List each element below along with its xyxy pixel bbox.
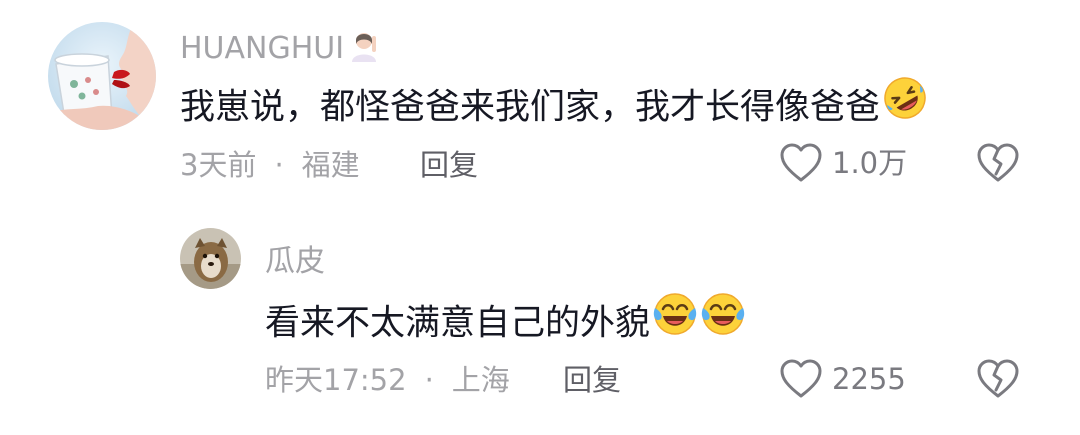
username[interactable]: HUANGHUI — [180, 26, 382, 73]
reply-dislike-button[interactable] — [975, 356, 1021, 406]
reply-like-button[interactable]: 2255 — [778, 356, 906, 402]
rolling-on-floor-laughing-icon — [882, 75, 928, 134]
reply-time: 昨天17:52 — [265, 363, 407, 397]
face-with-tears-of-joy-icon — [652, 291, 698, 350]
avatar[interactable] — [48, 22, 156, 130]
reply-like-count: 2255 — [832, 362, 906, 396]
comment-time: 3天前 — [180, 148, 257, 182]
heart-icon — [780, 143, 822, 182]
meta-separator: · — [424, 363, 434, 397]
comment-text: 我崽说，都怪爸爸来我们家，我才长得像爸爸 — [180, 77, 928, 138]
dislike-button[interactable] — [975, 140, 1021, 190]
broken-heart-icon — [977, 143, 1019, 182]
reply-avatar[interactable] — [180, 228, 241, 289]
comment-location: 福建 — [301, 148, 360, 182]
username-text: HUANGHUI — [180, 31, 345, 66]
reply-location: 上海 — [451, 363, 510, 397]
reply-text: 看来不太满意自己的外貌 — [265, 293, 746, 354]
reply-meta: 昨天17:52 · 上海 — [265, 360, 510, 400]
reply-username[interactable]: 瓜皮 — [265, 242, 325, 282]
like-count: 1.0万 — [832, 146, 908, 180]
person-raising-hand-icon — [346, 26, 382, 73]
broken-heart-icon — [977, 359, 1019, 398]
like-button[interactable]: 1.0万 — [778, 140, 907, 186]
comment-text-content: 我崽说，都怪爸爸来我们家，我才长得像爸爸 — [180, 87, 881, 128]
meta-separator: · — [274, 148, 284, 182]
avatar-image — [48, 22, 156, 130]
heart-icon — [780, 359, 822, 398]
reply-avatar-image — [180, 228, 241, 289]
reply-reply-button[interactable]: 回复 — [563, 360, 621, 400]
reply-button[interactable]: 回复 — [420, 145, 478, 185]
comment-meta: 3天前 · 福建 — [180, 145, 360, 185]
face-with-tears-of-joy-icon — [700, 291, 746, 350]
reply-text-content: 看来不太满意自己的外貌 — [265, 303, 651, 344]
